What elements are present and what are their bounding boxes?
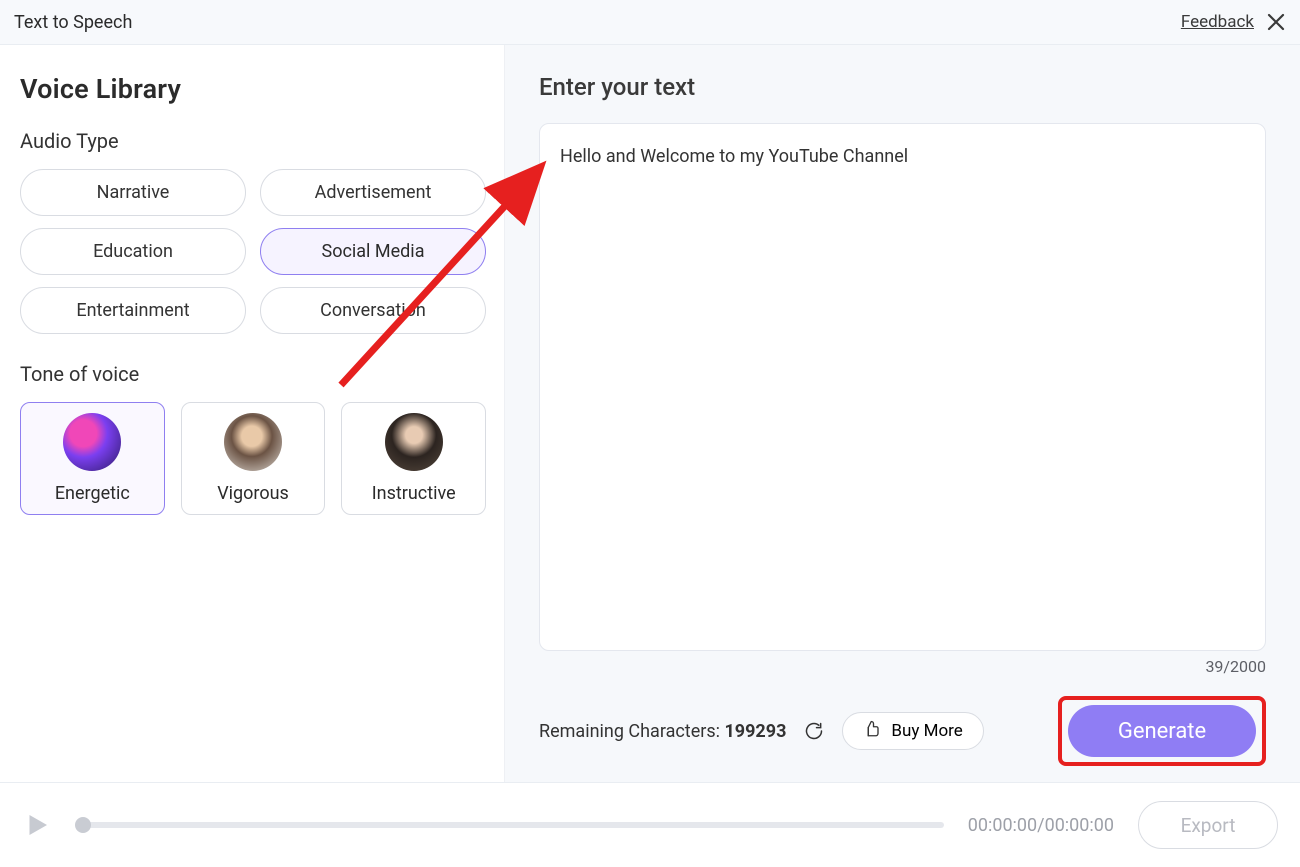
- play-button[interactable]: [22, 810, 52, 840]
- player-bar: 00:00:00/00:00:00 Export: [0, 782, 1300, 867]
- close-icon[interactable]: [1266, 12, 1286, 32]
- seek-thumb[interactable]: [75, 817, 91, 833]
- buy-more-label: Buy More: [891, 721, 962, 741]
- audio-type-entertainment[interactable]: Entertainment: [20, 287, 246, 334]
- avatar-instructive: [385, 413, 443, 471]
- audio-type-education[interactable]: Education: [20, 228, 246, 275]
- voice-library-heading: Voice Library: [20, 73, 486, 105]
- enter-text-heading: Enter your text: [539, 73, 1266, 101]
- remaining-chars-value: 199293: [724, 721, 786, 742]
- audio-type-narrative[interactable]: Narrative: [20, 169, 246, 216]
- buy-more-button[interactable]: Buy More: [842, 712, 983, 750]
- char-count: 39/2000: [539, 657, 1266, 676]
- feedback-link[interactable]: Feedback: [1181, 12, 1254, 32]
- tone-vigorous[interactable]: Vigorous: [181, 402, 326, 515]
- audio-type-social-media[interactable]: Social Media: [260, 228, 486, 275]
- text-input[interactable]: [539, 123, 1266, 651]
- refresh-icon[interactable]: [804, 721, 824, 741]
- timecode: 00:00:00/00:00:00: [968, 815, 1114, 836]
- export-button[interactable]: Export: [1138, 801, 1278, 849]
- audio-type-advertisement[interactable]: Advertisement: [260, 169, 486, 216]
- avatar-vigorous: [224, 413, 282, 471]
- generate-highlight-box: Generate: [1058, 696, 1266, 766]
- tone-row: Energetic Vigorous Instructive: [20, 402, 486, 515]
- titlebar: Text to Speech Feedback: [0, 0, 1300, 45]
- tone-of-voice-label: Tone of voice: [20, 362, 486, 386]
- editor-panel: Enter your text 39/2000 Remaining Charac…: [505, 45, 1300, 782]
- audio-type-label: Audio Type: [20, 129, 486, 153]
- voice-library-panel: Voice Library Audio Type Narrative Adver…: [0, 45, 505, 782]
- generate-button[interactable]: Generate: [1068, 705, 1256, 757]
- avatar-energetic: [63, 413, 121, 471]
- window-title: Text to Speech: [14, 12, 132, 33]
- remaining-chars-label: Remaining Characters:: [539, 721, 720, 742]
- remaining-chars-row: Remaining Characters: 199293 Buy More: [539, 712, 984, 750]
- seek-track[interactable]: [76, 822, 944, 828]
- tone-instructive[interactable]: Instructive: [341, 402, 486, 515]
- audio-type-grid: Narrative Advertisement Education Social…: [20, 169, 486, 334]
- audio-type-conversation[interactable]: Conversation: [260, 287, 486, 334]
- thumbs-up-icon: [863, 720, 881, 743]
- tone-energetic[interactable]: Energetic: [20, 402, 165, 515]
